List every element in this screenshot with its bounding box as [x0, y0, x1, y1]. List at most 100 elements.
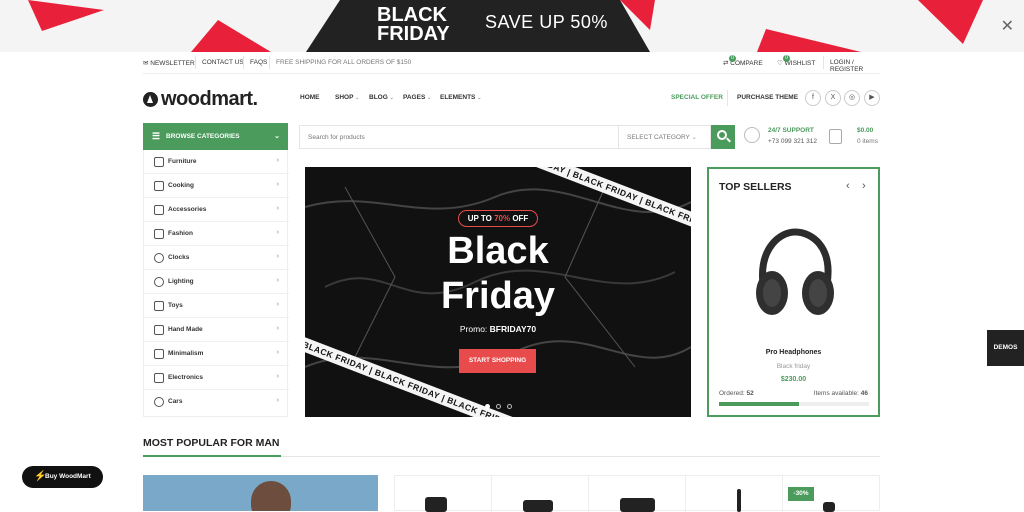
- menu-icon: ☰: [152, 131, 161, 141]
- available-label: Items available:: [813, 390, 861, 397]
- minimalism-icon: [154, 349, 164, 359]
- chevron-down-icon: ⌄: [477, 95, 482, 101]
- compare-icon: ⇄: [723, 60, 729, 67]
- slider-dot-2[interactable]: [496, 404, 501, 409]
- nav-shop-label: SHOP: [335, 94, 354, 101]
- slider-dot-3[interactable]: [507, 404, 512, 409]
- logo-text: woodmart.: [161, 88, 258, 110]
- x-icon[interactable]: X: [825, 90, 841, 106]
- category-label: Cars: [168, 398, 183, 405]
- promo-banner[interactable]: BLACK FRIDAY SAVE UP 50% ✕: [0, 0, 1024, 52]
- category-item-clocks[interactable]: Clocks ›: [144, 246, 289, 270]
- category-item-electronics[interactable]: Electronics ›: [144, 366, 289, 390]
- man-banner-image[interactable]: [143, 475, 378, 511]
- chevron-left-icon[interactable]: ‹: [846, 180, 850, 192]
- instagram-icon[interactable]: ◎: [844, 90, 860, 106]
- search-icon-handle: [726, 137, 731, 143]
- product-image[interactable]: [620, 498, 655, 512]
- tree-icon: [143, 92, 158, 107]
- category-item-furniture[interactable]: Furniture ›: [144, 150, 289, 174]
- product-name[interactable]: Pro Headphones: [709, 349, 878, 356]
- divider: [243, 56, 244, 69]
- cart-items[interactable]: 0 items: [857, 138, 878, 145]
- category-item-cars[interactable]: Cars ›: [144, 390, 289, 414]
- heart-icon: ♡: [777, 60, 783, 67]
- stock-progress-fill: [719, 402, 799, 406]
- category-item-cooking[interactable]: Cooking ›: [144, 174, 289, 198]
- discount-value: 70%: [494, 214, 511, 223]
- product-category[interactable]: Black friday: [709, 363, 878, 370]
- product-image[interactable]: [425, 497, 447, 512]
- nav-home[interactable]: HOME: [300, 94, 320, 101]
- category-item-accessories[interactable]: Accessories ›: [144, 198, 289, 222]
- nav-blog-label: BLOG: [369, 94, 388, 101]
- contact-link[interactable]: CONTACT US: [202, 59, 244, 66]
- search-input[interactable]: [300, 126, 618, 148]
- section-title: MOST POPULAR FOR MAN: [143, 437, 280, 449]
- headphones-image[interactable]: [751, 227, 839, 323]
- category-item-lighting[interactable]: Lighting ›: [144, 270, 289, 294]
- chevron-down-icon: ⌄: [274, 133, 280, 140]
- nav-shop[interactable]: SHOP ⌄: [335, 94, 359, 101]
- wishlist-label: WISHLIST: [784, 60, 816, 67]
- toy-icon: [154, 301, 164, 311]
- nav-elements[interactable]: ELEMENTS ⌄: [440, 94, 481, 101]
- chevron-down-icon: ⌄: [389, 95, 394, 101]
- category-label: Minimalism: [168, 350, 204, 357]
- support-label: 24/7 SUPPORT: [768, 127, 814, 134]
- faqs-link[interactable]: FAQS: [250, 59, 267, 66]
- newsletter-label: NEWSLETTER: [150, 60, 195, 67]
- promo-title: BLACK FRIDAY: [377, 4, 450, 45]
- category-item-minimalism[interactable]: Minimalism ›: [144, 342, 289, 366]
- search-category-select[interactable]: SELECT CATEGORY ⌄: [618, 126, 711, 148]
- chevron-right-icon: ›: [276, 229, 279, 236]
- category-label: Accessories: [168, 206, 207, 213]
- available-value: 46: [860, 390, 868, 397]
- category-label: Clocks: [168, 254, 190, 261]
- chevron-right-icon[interactable]: ›: [862, 180, 866, 192]
- slider-dot-1[interactable]: [485, 404, 490, 409]
- top-sellers-widget: TOP SELLERS ‹ › Pro Headphones Black fri…: [707, 167, 880, 417]
- special-offer-link[interactable]: SPECIAL OFFER: [671, 94, 723, 101]
- close-icon[interactable]: ✕: [1001, 16, 1014, 36]
- available-count: Items available: 46: [814, 390, 868, 397]
- nav-blog[interactable]: BLOG ⌄: [369, 94, 394, 101]
- top-bar: ✉ NEWSLETTER CONTACT US FAQS FREE SHIPPI…: [143, 52, 880, 74]
- chevron-right-icon: ›: [276, 205, 279, 212]
- model-image: [251, 481, 291, 511]
- divider: [269, 56, 270, 69]
- site-logo[interactable]: woodmart.: [143, 88, 258, 111]
- start-shopping-button[interactable]: START SHOPPING: [459, 349, 536, 373]
- divider: [195, 56, 196, 69]
- product-image[interactable]: [523, 500, 553, 512]
- cart-icon[interactable]: [829, 129, 842, 144]
- account-link[interactable]: LOGIN / REGISTER: [830, 59, 880, 73]
- cart-total[interactable]: $0.00: [857, 127, 873, 134]
- main-header: woodmart. HOME SHOP ⌄ BLOG ⌄ PAGES ⌄ ELE…: [143, 80, 880, 116]
- category-item-fashion[interactable]: Fashion ›: [144, 222, 289, 246]
- purchase-theme-link[interactable]: PURCHASE THEME: [737, 94, 798, 101]
- category-item-hand-made[interactable]: Hand Made ›: [144, 318, 289, 342]
- product-image[interactable]: [737, 489, 741, 512]
- demos-button[interactable]: DEMOS: [987, 330, 1024, 366]
- category-label: Cooking: [168, 182, 194, 189]
- browse-categories-button[interactable]: ☰ BROWSE CATEGORIES ⌄: [143, 123, 288, 150]
- car-icon: [154, 397, 164, 407]
- youtube-icon[interactable]: ▶: [864, 90, 880, 106]
- newsletter-link[interactable]: ✉ NEWSLETTER: [143, 59, 195, 67]
- compare-label: COMPARE: [730, 60, 763, 67]
- facebook-icon[interactable]: f: [805, 90, 821, 106]
- product-divider: [782, 476, 783, 512]
- nav-pages[interactable]: PAGES ⌄: [403, 94, 431, 101]
- top-sellers-title: TOP SELLERS: [719, 181, 792, 193]
- nav-home-label: HOME: [300, 94, 320, 101]
- hero-slider[interactable]: BLACK FRIDAY | BLACK FRIDAY | BLACK FRID…: [305, 167, 691, 417]
- clock-icon: [154, 253, 164, 263]
- divider: [727, 90, 728, 106]
- promo-code-text: Promo: BFRIDAY70: [405, 324, 591, 334]
- promo-code-value: BFRIDAY70: [489, 324, 537, 334]
- search-button[interactable]: [711, 125, 735, 149]
- category-item-toys[interactable]: Toys ›: [144, 294, 289, 318]
- wishlist-count-badge: 0: [783, 55, 790, 62]
- support-phone[interactable]: +73 099 321 312: [768, 138, 817, 145]
